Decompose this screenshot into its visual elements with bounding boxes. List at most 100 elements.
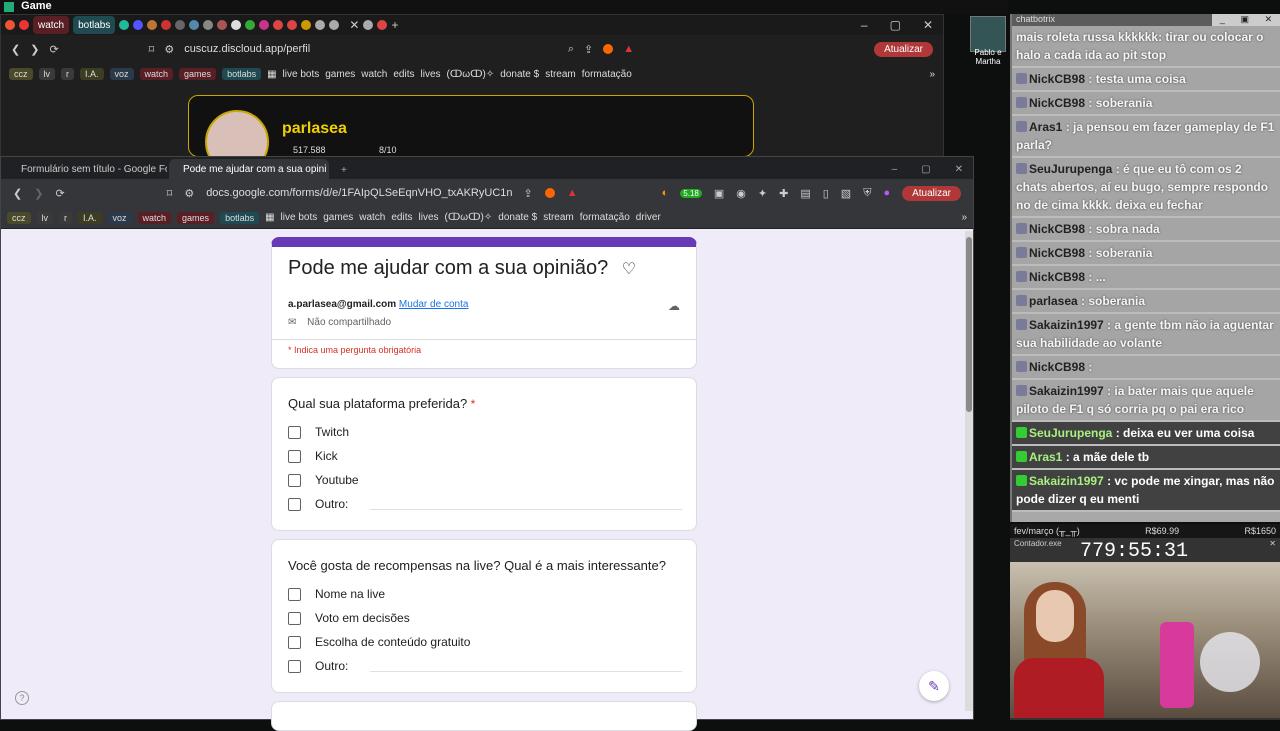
bookmark-folder[interactable]: edits (393, 69, 414, 80)
bookmark-chip[interactable]: lv (38, 68, 55, 80)
switch-account-link[interactable]: Mudar de conta (399, 299, 469, 310)
update-button[interactable]: Atualizar (874, 41, 933, 57)
apps-grid-icon[interactable]: ▦ (265, 212, 274, 223)
bookmark-folder[interactable]: donate $ (500, 69, 539, 80)
bookmark-chip[interactable]: watch (139, 68, 174, 80)
option-vote-decisions[interactable]: Voto em decisões (288, 606, 682, 630)
zoom-icon[interactable]: ⌕ (568, 43, 574, 56)
site-info-icon[interactable]: ⚙ (164, 43, 174, 56)
tab-favicon-icon[interactable] (245, 20, 256, 30)
bookmark-icon[interactable]: ⌑ (149, 43, 155, 56)
tab-favicon-icon[interactable] (5, 20, 15, 30)
tab-favicon-icon[interactable] (175, 20, 186, 30)
other-text-input[interactable] (370, 660, 682, 672)
forward-icon[interactable]: ❯ (30, 43, 39, 56)
shield-icon[interactable]: ⛨ (863, 187, 871, 200)
chat-username[interactable]: Aras1 (1029, 120, 1062, 134)
checkbox[interactable] (288, 473, 301, 487)
chat-username[interactable]: NickCB98 (1029, 270, 1085, 284)
bookmark-chip[interactable]: voz (109, 68, 134, 80)
option-free-content[interactable]: Escolha de conteúdo gratuito (288, 630, 682, 654)
bookmark-folder[interactable]: games (323, 212, 353, 223)
more-bookmarks-icon[interactable]: » (929, 69, 935, 80)
brave-rewards-icon[interactable]: ▲ (623, 43, 634, 55)
extension-icon[interactable]: ◐ (662, 187, 669, 199)
bookmark-chip[interactable]: r (59, 211, 72, 224)
bookmark-folder[interactable]: formatação (582, 69, 632, 80)
more-bookmarks-icon[interactable]: » (961, 212, 967, 223)
tab-botlabs[interactable]: botlabs (73, 16, 116, 34)
chat-username[interactable]: NickCB98 (1029, 360, 1085, 374)
tab-favicon-icon[interactable] (19, 20, 29, 30)
tab-favicon-icon[interactable] (259, 20, 270, 30)
chat-username[interactable]: Sakaizin1997 (1029, 474, 1104, 488)
extension-badge[interactable]: 5.18 (680, 188, 702, 198)
bookmark-folder[interactable]: watch (361, 69, 387, 80)
option-youtube[interactable]: Youtube (288, 468, 682, 492)
tab-favicon-icon[interactable] (315, 20, 326, 30)
tab-favicon-icon[interactable] (189, 20, 200, 30)
close-icon[interactable]: ✕ (1269, 539, 1276, 548)
minimize-icon[interactable]: – (861, 18, 868, 32)
bookmark-chip[interactable]: games (179, 68, 217, 80)
bookmark-folder[interactable]: driver (636, 212, 661, 223)
chat-username[interactable]: NickCB98 (1029, 222, 1085, 236)
bookmark-chip[interactable]: voz (107, 211, 132, 224)
bookmark-folder[interactable]: donate $ (498, 212, 537, 223)
tab-favicon-icon[interactable] (377, 20, 388, 30)
chat-username[interactable]: Aras1 (1029, 450, 1062, 464)
bookmark-folder[interactable]: stream (545, 69, 576, 80)
new-tab-icon[interactable]: + (331, 165, 357, 179)
option-kick[interactable]: Kick (288, 444, 682, 468)
url-field[interactable]: cuscuz.discloud.app/perfil (184, 39, 558, 59)
checkbox[interactable] (288, 611, 301, 625)
forward-icon[interactable]: ❯ (34, 187, 43, 200)
chat-username[interactable]: NickCB98 (1029, 246, 1085, 260)
scrollbar[interactable] (965, 231, 973, 711)
tab-favicon-icon[interactable] (203, 20, 214, 30)
tab-favicon-icon[interactable] (329, 20, 340, 30)
bookmark-folder[interactable]: formatação (580, 212, 630, 223)
tab-favicon-icon[interactable] (287, 20, 298, 30)
tab-favicon-icon[interactable] (161, 20, 172, 30)
checkbox[interactable] (288, 425, 301, 439)
tab-active-form[interactable]: Pode me ajudar com a sua opini ✕ (169, 159, 329, 179)
extension-icon[interactable]: ▣ (714, 187, 724, 200)
tab-favicon-icon[interactable] (147, 20, 158, 30)
checkbox[interactable] (288, 449, 301, 463)
site-info-icon[interactable]: ⚙ (184, 187, 194, 200)
scrollbar-thumb[interactable] (966, 237, 972, 412)
option-other[interactable]: Outro: (288, 654, 682, 678)
extension-icon[interactable]: ▤ (800, 187, 810, 200)
puzzle-icon[interactable]: ✚ (779, 187, 788, 200)
chat-username[interactable]: SeuJurupenga (1029, 426, 1112, 440)
bookmark-folder[interactable]: edits (391, 212, 412, 223)
close-icon[interactable]: ✕ (923, 18, 933, 32)
bookmark-chip[interactable]: botlabs (222, 68, 262, 80)
bookmark-folder[interactable]: (ↀωↀ)✧ (445, 212, 493, 223)
extension-icon[interactable]: ● (883, 187, 890, 199)
chat-username[interactable]: parlasea (1029, 294, 1078, 308)
reload-icon[interactable]: ⟳ (55, 187, 64, 200)
maximize-icon[interactable]: ▢ (890, 18, 901, 32)
tab-favicon-icon[interactable] (119, 20, 130, 30)
option-other[interactable]: Outro: (288, 492, 682, 516)
tab-untitled-form[interactable]: Formulário sem título - Google Form (7, 159, 167, 179)
tab-favicon-icon[interactable] (273, 20, 284, 30)
bookmark-folder[interactable]: stream (543, 212, 574, 223)
restore-icon[interactable]: ▣ (1240, 14, 1249, 26)
url-field[interactable]: docs.google.com/forms/d/e/1FAIpQLSeEqnVH… (206, 183, 511, 203)
other-text-input[interactable] (370, 498, 682, 510)
desktop-shortcut-icon[interactable] (970, 16, 1006, 52)
bookmark-chip[interactable]: I.A. (80, 68, 104, 80)
bookmark-chip[interactable]: I.A. (78, 211, 102, 224)
tab-favicon-icon[interactable] (363, 20, 374, 30)
chat-username[interactable]: NickCB98 (1029, 96, 1085, 110)
bookmark-icon[interactable]: ⌑ (167, 187, 173, 200)
help-icon[interactable]: ? (15, 691, 29, 705)
brave-rewards-icon[interactable]: ▲ (567, 187, 578, 199)
bookmark-folder[interactable]: watch (359, 212, 385, 223)
reload-icon[interactable]: ⟳ (49, 43, 58, 56)
extension-icon[interactable]: ✦ (758, 187, 767, 200)
tab-watch[interactable]: watch (33, 16, 70, 34)
